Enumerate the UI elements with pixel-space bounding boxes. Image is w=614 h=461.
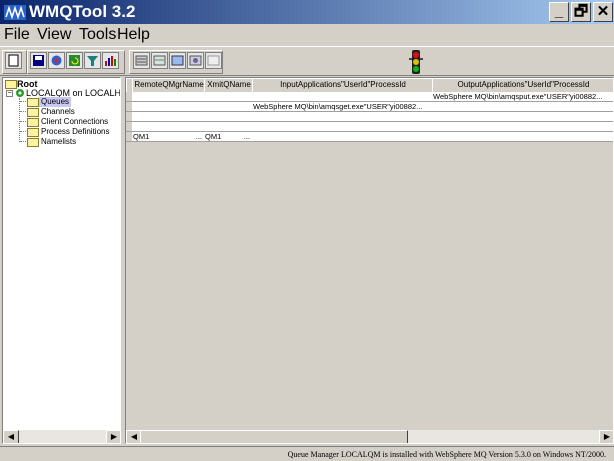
toolbar [0,46,614,76]
cell-value: QM1 [205,132,222,141]
cell-ellipsis: ... [243,132,250,141]
tree-view[interactable]: Root − LOCALQM on LOCALHC Queues Channel… [2,77,121,444]
table-cell[interactable] [204,92,254,102]
close-button[interactable]: ✕ [593,2,613,22]
table-cell[interactable] [432,132,613,142]
table-cell[interactable]: QM1 ... [204,132,254,142]
table-cell[interactable] [132,112,206,122]
connect-icon[interactable] [48,52,65,69]
table-cell[interactable] [252,112,434,122]
queue-manager-icon [16,89,24,97]
window-title: WMQTool 3.2 [29,2,136,21]
table-cell[interactable] [432,102,613,112]
folder-icon [27,108,39,117]
table-cell[interactable] [204,112,254,122]
collapse-toggle[interactable]: − [6,90,13,97]
folder-icon [27,128,39,137]
folder-icon [27,118,39,127]
tree-item-channels[interactable]: Channels [41,107,75,117]
refresh-icon[interactable] [66,52,83,69]
tree-item-process-definitions[interactable]: Process Definitions [41,127,109,137]
queue-list-icon[interactable] [133,52,150,69]
panel-icon[interactable] [5,52,22,69]
table-cell[interactable] [204,122,254,132]
table-cell[interactable] [252,122,434,132]
minimize-button[interactable]: _ [549,2,569,22]
table-cell[interactable] [204,102,254,112]
save-icon[interactable] [30,52,47,69]
scroll-right-button[interactable]: ▶ [599,430,613,443]
tree-hscrollbar[interactable]: ◀ ▶ [3,430,120,443]
table-cell[interactable]: QM1 ... [132,132,206,142]
tree-item-queues[interactable]: Queues [39,97,72,107]
menu-bar: File View Tools Help [0,24,614,46]
table-cell[interactable] [252,92,434,102]
table-cell[interactable] [132,122,206,132]
traffic-light-icon [409,50,423,74]
table-cell[interactable] [132,92,206,102]
blank-icon[interactable] [205,52,222,69]
chart-icon[interactable] [102,52,119,69]
scroll-right-button[interactable]: ▶ [106,430,120,443]
status-text: Queue Manager LOCALQM is installed with … [287,450,606,459]
restore-button[interactable]: 🗗 [571,2,591,22]
table-cell[interactable] [432,112,613,122]
status-bar: Queue Manager LOCALQM is installed with … [0,446,614,461]
channel-list-icon[interactable] [151,52,168,69]
menu-view[interactable]: View [37,25,71,45]
folder-icon [27,98,39,107]
put-message-icon[interactable] [169,52,186,69]
cell-ellipsis: ... [195,132,202,141]
menu-help[interactable]: Help [117,25,150,45]
menu-file[interactable]: File [4,25,30,45]
cell-value: QM1 [133,132,150,141]
filter-icon[interactable] [84,52,101,69]
table-cell[interactable] [252,132,434,142]
tree-item-namelists[interactable]: Namelists [41,137,76,147]
scroll-thumb[interactable] [140,430,408,443]
title-bar[interactable]: WMQTool 3.2 _ 🗗 ✕ [0,0,614,24]
scroll-left-button[interactable]: ◀ [3,430,19,443]
browse-icon[interactable] [187,52,204,69]
folder-icon [27,138,39,147]
queue-grid[interactable]: RemoteQMgrName XmitQName InputApplicatio… [125,77,614,444]
table-cell[interactable] [432,122,613,132]
app-icon [4,5,26,20]
table-cell[interactable] [132,102,206,112]
tree-item-client-connections[interactable]: Client Connections [41,117,108,127]
table-cell[interactable]: WebSphere MQ\bin\amqsget.exe"USER"yi0088… [252,102,434,112]
grid-hscrollbar[interactable]: ◀ ▶ [126,430,613,443]
menu-tools[interactable]: Tools [79,25,116,45]
table-cell[interactable]: WebSphere MQ\bin\amqsput.exe"USER"yi0088… [432,92,613,102]
